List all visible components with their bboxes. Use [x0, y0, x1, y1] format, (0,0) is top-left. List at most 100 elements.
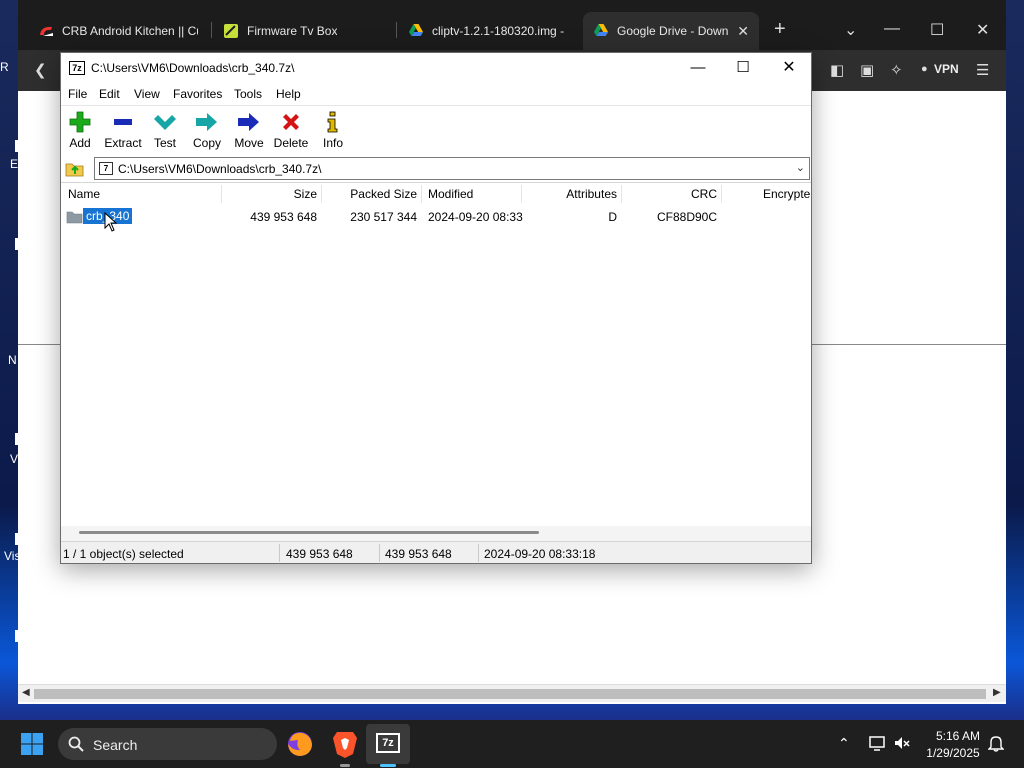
windows-start-icon[interactable] — [20, 732, 44, 756]
browser-tab-title: cliptv-1.2.1-180320.img - — [432, 24, 565, 38]
maximize-icon[interactable]: ☐ — [728, 58, 758, 78]
modified-cell: 2024-09-20 08:33 — [428, 210, 523, 224]
status-separator — [379, 544, 380, 562]
desktop-icon-label[interactable]: R — [0, 60, 18, 74]
move-arrow-icon — [238, 113, 259, 131]
tab-separator — [396, 22, 397, 38]
browser-horizontal-scrollbar[interactable]: ◀ ▶ — [18, 684, 1006, 702]
taskbar-search[interactable]: Search — [58, 728, 277, 760]
clock-date[interactable]: 1/29/2025 — [920, 746, 986, 760]
browser-tab-title: Firmware Tv Box — [247, 24, 338, 38]
column-size[interactable]: Size — [261, 187, 317, 201]
column-crc[interactable]: CRC — [641, 187, 717, 201]
close-icon[interactable]: ✕ — [774, 58, 804, 78]
address-input[interactable] — [118, 161, 778, 177]
maximize-icon[interactable]: ☐ — [930, 20, 944, 40]
scroll-right-icon[interactable]: ▶ — [993, 687, 1001, 698]
notification-bell-icon[interactable] — [988, 734, 1004, 752]
app-active-indicator — [380, 764, 396, 767]
menu-favorites[interactable]: Favorites — [173, 87, 222, 101]
size-cell: 439 953 648 — [250, 210, 317, 224]
column-separator[interactable] — [521, 185, 522, 203]
column-separator[interactable] — [221, 185, 222, 203]
column-separator[interactable] — [621, 185, 622, 203]
browser-tab-active[interactable]: Google Drive - Down ✕ — [583, 12, 759, 50]
menu-tools[interactable]: Tools — [234, 87, 262, 101]
window-titlebar[interactable]: 7z C:\Users\VM6\Downloads\crb_340.7z\ — … — [61, 53, 811, 83]
move-label: Move — [234, 136, 264, 150]
browser-tab[interactable]: Firmware Tv Box — [213, 12, 393, 50]
7zip-taskbar-button[interactable]: 7z — [366, 724, 410, 764]
crb-logo-icon — [40, 26, 53, 36]
menu-file[interactable]: File — [68, 87, 87, 101]
scrollbar-thumb[interactable] — [79, 531, 539, 534]
column-packed-size[interactable]: Packed Size — [331, 187, 417, 201]
firefox-icon[interactable] — [284, 728, 316, 760]
list-horizontal-scrollbar[interactable] — [61, 526, 811, 541]
window-title: C:\Users\VM6\Downloads\crb_340.7z\ — [91, 61, 295, 75]
wallet-icon[interactable]: ▣ — [860, 61, 874, 79]
address-bar: 7 ⌄ — [61, 155, 811, 181]
volume-muted-icon[interactable] — [893, 734, 911, 752]
new-tab-icon[interactable]: + — [774, 18, 786, 41]
menu-view[interactable]: View — [134, 87, 160, 101]
browser-tab[interactable]: CRB Android Kitchen || Cu — [28, 12, 208, 50]
column-attributes[interactable]: Attributes — [531, 187, 617, 201]
info-button[interactable]: Info — [310, 109, 356, 153]
sidebar-toggle-icon[interactable]: ◧ — [830, 61, 844, 79]
menu-icon[interactable]: ☰ — [976, 61, 989, 79]
delete-button[interactable]: Delete — [268, 109, 314, 153]
menu-edit[interactable]: Edit — [99, 87, 120, 101]
extract-label: Extract — [104, 136, 142, 150]
taskbar: Search 7z ⌃ 5:16 AM 1/29/2025 — [0, 720, 1024, 768]
attributes-cell: D — [608, 210, 617, 224]
column-separator[interactable] — [721, 185, 722, 203]
column-separator[interactable] — [421, 185, 422, 203]
tab-list-chevron-icon[interactable]: ⌄ — [844, 20, 857, 40]
menu-help[interactable]: Help — [276, 87, 301, 101]
crc-cell: CF88D90C — [656, 210, 717, 224]
chevron-down-icon[interactable]: ⌄ — [796, 161, 805, 174]
add-button[interactable]: Add — [57, 109, 103, 153]
minimize-icon[interactable]: — — [683, 58, 713, 78]
browser-tab[interactable]: cliptv-1.2.1-180320.img - — [398, 12, 578, 50]
file-list[interactable]: Name Size Packed Size Modified Attribute… — [61, 182, 811, 541]
firmware-logo-icon — [224, 24, 238, 38]
tab-separator — [211, 22, 212, 38]
column-encrypted[interactable]: Encrypte — [763, 187, 810, 201]
info-label: Info — [322, 136, 343, 150]
vpn-label[interactable]: VPN — [934, 62, 959, 76]
chevron-up-icon[interactable]: ⌃ — [838, 735, 850, 752]
test-label: Test — [153, 136, 176, 150]
toolbar: Add Extract Test Copy Move Delete Info — [61, 105, 811, 153]
back-icon[interactable]: ❮ — [34, 61, 47, 79]
7zip-file-manager-window: 7z C:\Users\VM6\Downloads\crb_340.7z\ — … — [60, 52, 812, 564]
copy-button[interactable]: Copy — [184, 109, 230, 153]
vpn-icon[interactable]: ● — [921, 63, 928, 75]
search-icon — [68, 736, 84, 752]
status-size: 439 953 648 — [286, 547, 353, 561]
status-selection: 1 / 1 object(s) selected — [63, 547, 184, 561]
network-icon[interactable] — [868, 734, 886, 752]
leo-ai-icon[interactable]: ✧ — [890, 61, 903, 79]
extract-button[interactable]: Extract — [100, 109, 146, 153]
move-button[interactable]: Move — [226, 109, 272, 153]
tab-close-icon[interactable]: ✕ — [737, 23, 749, 40]
scroll-left-icon[interactable]: ◀ — [22, 687, 30, 698]
extract-minus-icon — [114, 119, 132, 125]
column-modified[interactable]: Modified — [428, 187, 473, 201]
clock-time[interactable]: 5:16 AM — [930, 729, 986, 743]
column-separator[interactable] — [321, 185, 322, 203]
minimize-icon[interactable]: — — [884, 20, 900, 38]
status-packed: 439 953 648 — [385, 547, 452, 561]
up-folder-icon[interactable] — [64, 158, 86, 178]
brave-icon[interactable] — [329, 728, 361, 760]
table-row[interactable]: crb_340 439 953 648 230 517 344 2024-09-… — [61, 207, 811, 227]
address-field[interactable]: 7 ⌄ — [94, 157, 810, 180]
close-icon[interactable]: ✕ — [976, 20, 989, 40]
column-name[interactable]: Name — [68, 187, 100, 201]
archive-icon: 7 — [99, 162, 113, 175]
scrollbar-thumb[interactable] — [34, 689, 986, 699]
test-button[interactable]: Test — [142, 109, 188, 153]
add-label: Add — [69, 136, 91, 150]
